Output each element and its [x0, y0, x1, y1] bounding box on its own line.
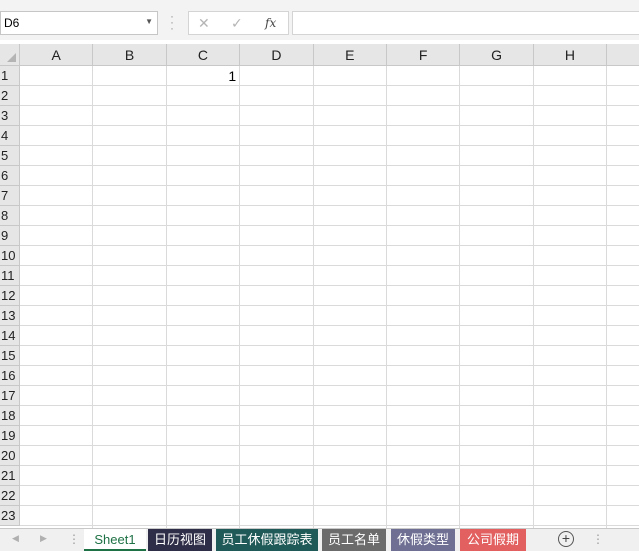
grid-column-line — [312, 66, 314, 528]
grid-row-line — [20, 325, 639, 326]
row-header-1[interactable]: 1 — [0, 66, 20, 86]
grid-row-line — [20, 265, 639, 266]
name-box[interactable]: D6 ▼ — [0, 11, 158, 35]
grid-row-line — [20, 205, 639, 206]
column-header-f[interactable]: F — [387, 44, 461, 66]
grid-row-line — [20, 245, 639, 246]
grid-row-line — [20, 145, 639, 146]
row-header-2[interactable]: 2 — [0, 86, 20, 106]
grid-row-line — [20, 285, 639, 286]
scroll-right-icon[interactable]: ▶ — [40, 533, 47, 544]
sheet-tab-5[interactable]: 公司假期 — [460, 529, 526, 551]
drag-handle-icon[interactable]: · · · — [170, 10, 174, 34]
sheet-tab-4[interactable]: 休假类型 — [391, 529, 455, 551]
row-header-7[interactable]: 7 — [0, 186, 20, 206]
grid-column-line — [606, 66, 608, 528]
grid-column-line — [532, 66, 534, 528]
column-header-g[interactable]: G — [460, 44, 534, 66]
column-header-b[interactable]: B — [93, 44, 167, 66]
grid-row-line — [20, 385, 639, 386]
grid-row-line — [20, 445, 639, 446]
sheet-tab-3[interactable]: 员工名单 — [322, 529, 386, 551]
row-header-5[interactable]: 5 — [0, 146, 20, 166]
chevron-down-icon[interactable]: ▼ — [145, 17, 153, 26]
grid-row-line — [20, 505, 639, 506]
grid-column-line — [386, 66, 387, 528]
grid-row-line — [20, 185, 639, 186]
select-all-icon — [7, 53, 16, 62]
grid-column-line — [239, 66, 241, 528]
row-header-6[interactable]: 6 — [0, 166, 20, 186]
tab-splitter-icon[interactable]: ⋮ — [592, 532, 604, 546]
column-header-partial[interactable] — [607, 44, 639, 66]
column-header-e[interactable]: E — [313, 44, 387, 66]
sheet-tab-0[interactable]: Sheet1 — [84, 529, 146, 551]
sheet-tab-2[interactable]: 员工休假跟踪表 — [216, 529, 318, 551]
grid-row-line — [20, 305, 639, 306]
grid-row-line — [20, 225, 639, 226]
check-icon[interactable]: ✓ — [231, 15, 243, 32]
grid-row-line — [20, 345, 639, 346]
row-header-14[interactable]: 14 — [0, 326, 20, 346]
grid-row-line — [20, 525, 639, 526]
sheet-tab-bar: ◀ ▶ ⋮ + ⋮ Sheet1 日历视图 员工休假跟踪表 员工名单 休假类型 公司假期 — [0, 528, 639, 551]
row-header-11[interactable]: 11 — [0, 266, 20, 286]
name-box-value: D6 — [4, 16, 20, 30]
grid-column-line — [459, 66, 461, 528]
cancel-icon[interactable]: ✕ — [198, 15, 210, 32]
column-header-a[interactable]: A — [20, 44, 94, 66]
grid-row-line — [20, 85, 639, 86]
row-header-10[interactable]: 10 — [0, 246, 20, 266]
column-header-h[interactable]: H — [533, 44, 608, 66]
grid-row-line — [20, 405, 639, 406]
grid-row-line — [20, 165, 639, 166]
row-header-15[interactable]: 15 — [0, 346, 20, 366]
grid-column-line — [165, 66, 167, 528]
row-header-3[interactable]: 3 — [0, 106, 20, 126]
grid-row-line — [20, 485, 639, 486]
add-sheet-button[interactable]: + — [558, 531, 574, 547]
row-header-23[interactable]: 23 — [0, 506, 20, 526]
row-header-18[interactable]: 18 — [0, 406, 20, 426]
grid-row-line — [20, 465, 639, 466]
formula-input[interactable] — [292, 11, 639, 35]
row-header-22[interactable]: 22 — [0, 486, 20, 506]
row-header-13[interactable]: 13 — [0, 306, 20, 326]
grid-row-line — [20, 425, 639, 426]
worksheet-grid[interactable]: A B C D E F G H 1 2 3 4 5 6 7 8 9 10 11 12 13 14 15 16 17 18 19 20 2… — [0, 44, 639, 528]
scroll-left-icon[interactable]: ◀ — [12, 533, 19, 544]
row-header-8[interactable]: 8 — [0, 206, 20, 226]
grid-row-line — [20, 125, 639, 126]
select-all-button[interactable] — [0, 44, 20, 66]
row-header-21[interactable]: 21 — [0, 466, 20, 486]
formula-buttons: ✕ ✓ fx — [188, 11, 289, 35]
row-header-4[interactable]: 4 — [0, 126, 20, 146]
grid-column-line — [92, 66, 94, 528]
row-header-16[interactable]: 16 — [0, 366, 20, 386]
tab-options-icon[interactable]: ⋮ — [68, 532, 80, 546]
grid-row-line — [20, 105, 639, 106]
row-header-12[interactable]: 12 — [0, 286, 20, 306]
formula-bar: D6 ▼ · · · ✕ ✓ fx — [0, 0, 639, 40]
sheet-tab-1[interactable]: 日历视图 — [148, 529, 212, 551]
column-header-c[interactable]: C — [166, 44, 241, 66]
row-header-9[interactable]: 9 — [0, 226, 20, 246]
row-header-19[interactable]: 19 — [0, 426, 20, 446]
cell-c1[interactable]: 1 — [167, 66, 236, 86]
column-header-d[interactable]: D — [240, 44, 314, 66]
insert-function-button[interactable]: fx — [265, 16, 276, 30]
grid-row-line — [20, 365, 639, 366]
row-header-20[interactable]: 20 — [0, 446, 20, 466]
row-header-17[interactable]: 17 — [0, 386, 20, 406]
